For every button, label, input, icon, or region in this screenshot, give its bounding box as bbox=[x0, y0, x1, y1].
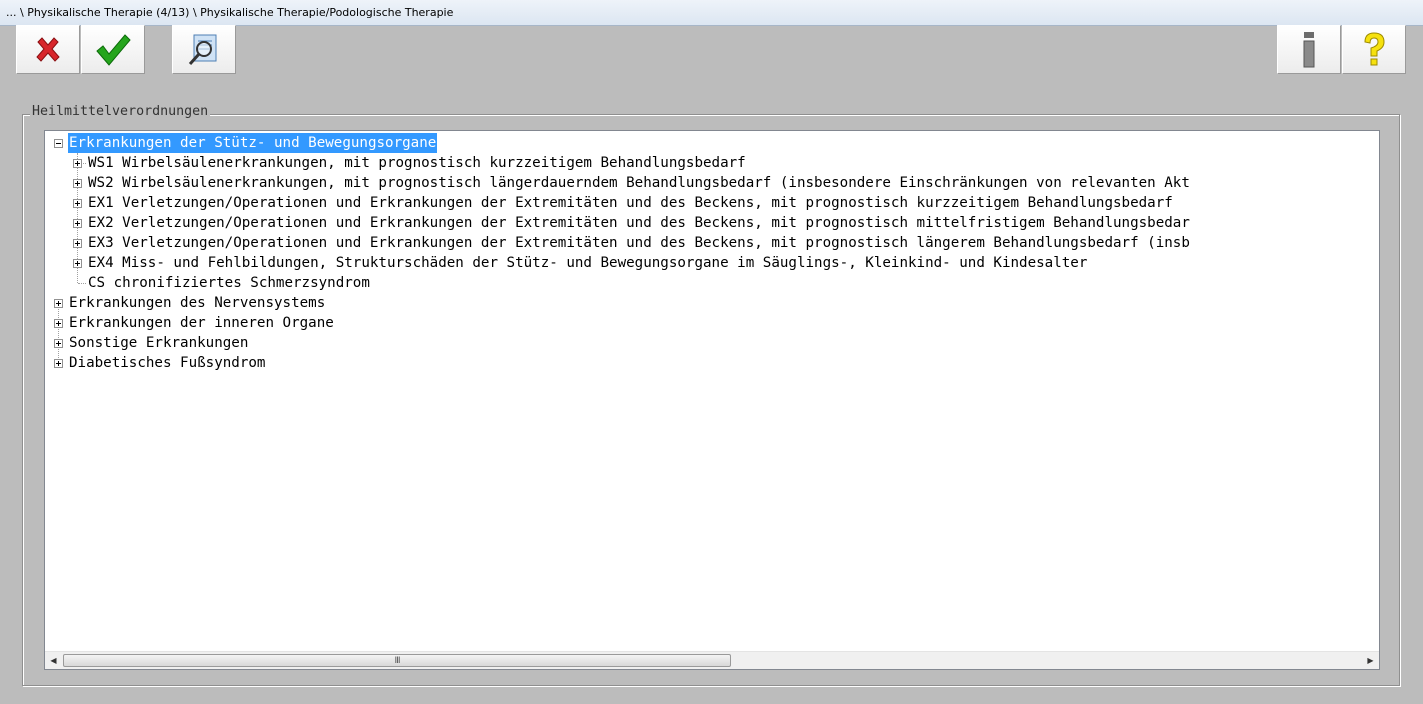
expand-icon[interactable] bbox=[73, 239, 82, 248]
horizontal-scrollbar[interactable]: ◀ III ▶ bbox=[45, 651, 1379, 669]
expand-icon[interactable] bbox=[73, 159, 82, 168]
red-x-icon bbox=[36, 36, 60, 62]
tree-node-root1[interactable]: Erkrankungen der Stütz- und Bewegungsorg… bbox=[45, 133, 1379, 153]
scroll-right-icon[interactable]: ▶ bbox=[1362, 652, 1379, 669]
help-question-icon bbox=[1364, 31, 1385, 65]
grip-icon: III bbox=[394, 655, 401, 666]
tree-node-label: WS2 Wirbelsäulenerkrankungen, mit progno… bbox=[88, 175, 1190, 191]
scroll-thumb[interactable]: III bbox=[63, 654, 731, 667]
search-button[interactable] bbox=[172, 25, 236, 74]
tree-node-label: Sonstige Erkrankungen bbox=[69, 335, 249, 351]
tree-node-label: EX1 Verletzungen/Operationen und Erkrank… bbox=[88, 195, 1173, 211]
info-icon bbox=[1303, 31, 1315, 67]
tree-view[interactable]: Erkrankungen der Stütz- und Bewegungsorg… bbox=[45, 131, 1379, 651]
tree-node-label: Erkrankungen der Stütz- und Bewegungsorg… bbox=[68, 133, 438, 153]
magnifier-document-icon bbox=[188, 34, 217, 65]
tree-node-label: EX3 Verletzungen/Operationen und Erkrank… bbox=[88, 235, 1190, 251]
tree-node-label: EX2 Verletzungen/Operationen und Erkrank… bbox=[88, 215, 1190, 231]
tree-node-label: Erkrankungen des Nervensystems bbox=[69, 295, 326, 311]
tree-node-label: WS1 Wirbelsäulenerkrankungen, mit progno… bbox=[88, 155, 746, 171]
cancel-button[interactable] bbox=[16, 25, 80, 74]
tree-node-label: Diabetisches Fußsyndrom bbox=[69, 355, 266, 371]
expand-icon[interactable] bbox=[54, 359, 63, 368]
expand-icon[interactable] bbox=[54, 339, 63, 348]
ok-button[interactable] bbox=[81, 25, 145, 74]
tree-node-label: CS chronifiziertes Schmerzsyndrom bbox=[88, 275, 370, 291]
collapse-icon[interactable] bbox=[54, 139, 63, 148]
expand-icon[interactable] bbox=[73, 219, 82, 228]
expand-icon[interactable] bbox=[73, 199, 82, 208]
scroll-left-icon[interactable]: ◀ bbox=[45, 652, 62, 669]
expand-icon[interactable] bbox=[73, 259, 82, 268]
green-check-icon bbox=[96, 33, 131, 66]
help-button[interactable] bbox=[1342, 25, 1406, 74]
expand-icon[interactable] bbox=[73, 179, 82, 188]
tree-panel: Erkrankungen der Stütz- und Bewegungsorg… bbox=[44, 130, 1380, 670]
tree-connector bbox=[58, 306, 59, 362]
expand-icon[interactable] bbox=[54, 299, 63, 308]
window-title: ... \ Physikalische Therapie (4/13) \ Ph… bbox=[0, 0, 1423, 26]
group-legend: Heilmittelverordnungen bbox=[30, 104, 211, 119]
tree-node-label: EX4 Miss- und Fehlbildungen, Struktursch… bbox=[88, 255, 1088, 271]
tree-node-label: Erkrankungen der inneren Organe bbox=[69, 315, 334, 331]
expand-icon[interactable] bbox=[54, 319, 63, 328]
info-button[interactable] bbox=[1277, 25, 1341, 74]
